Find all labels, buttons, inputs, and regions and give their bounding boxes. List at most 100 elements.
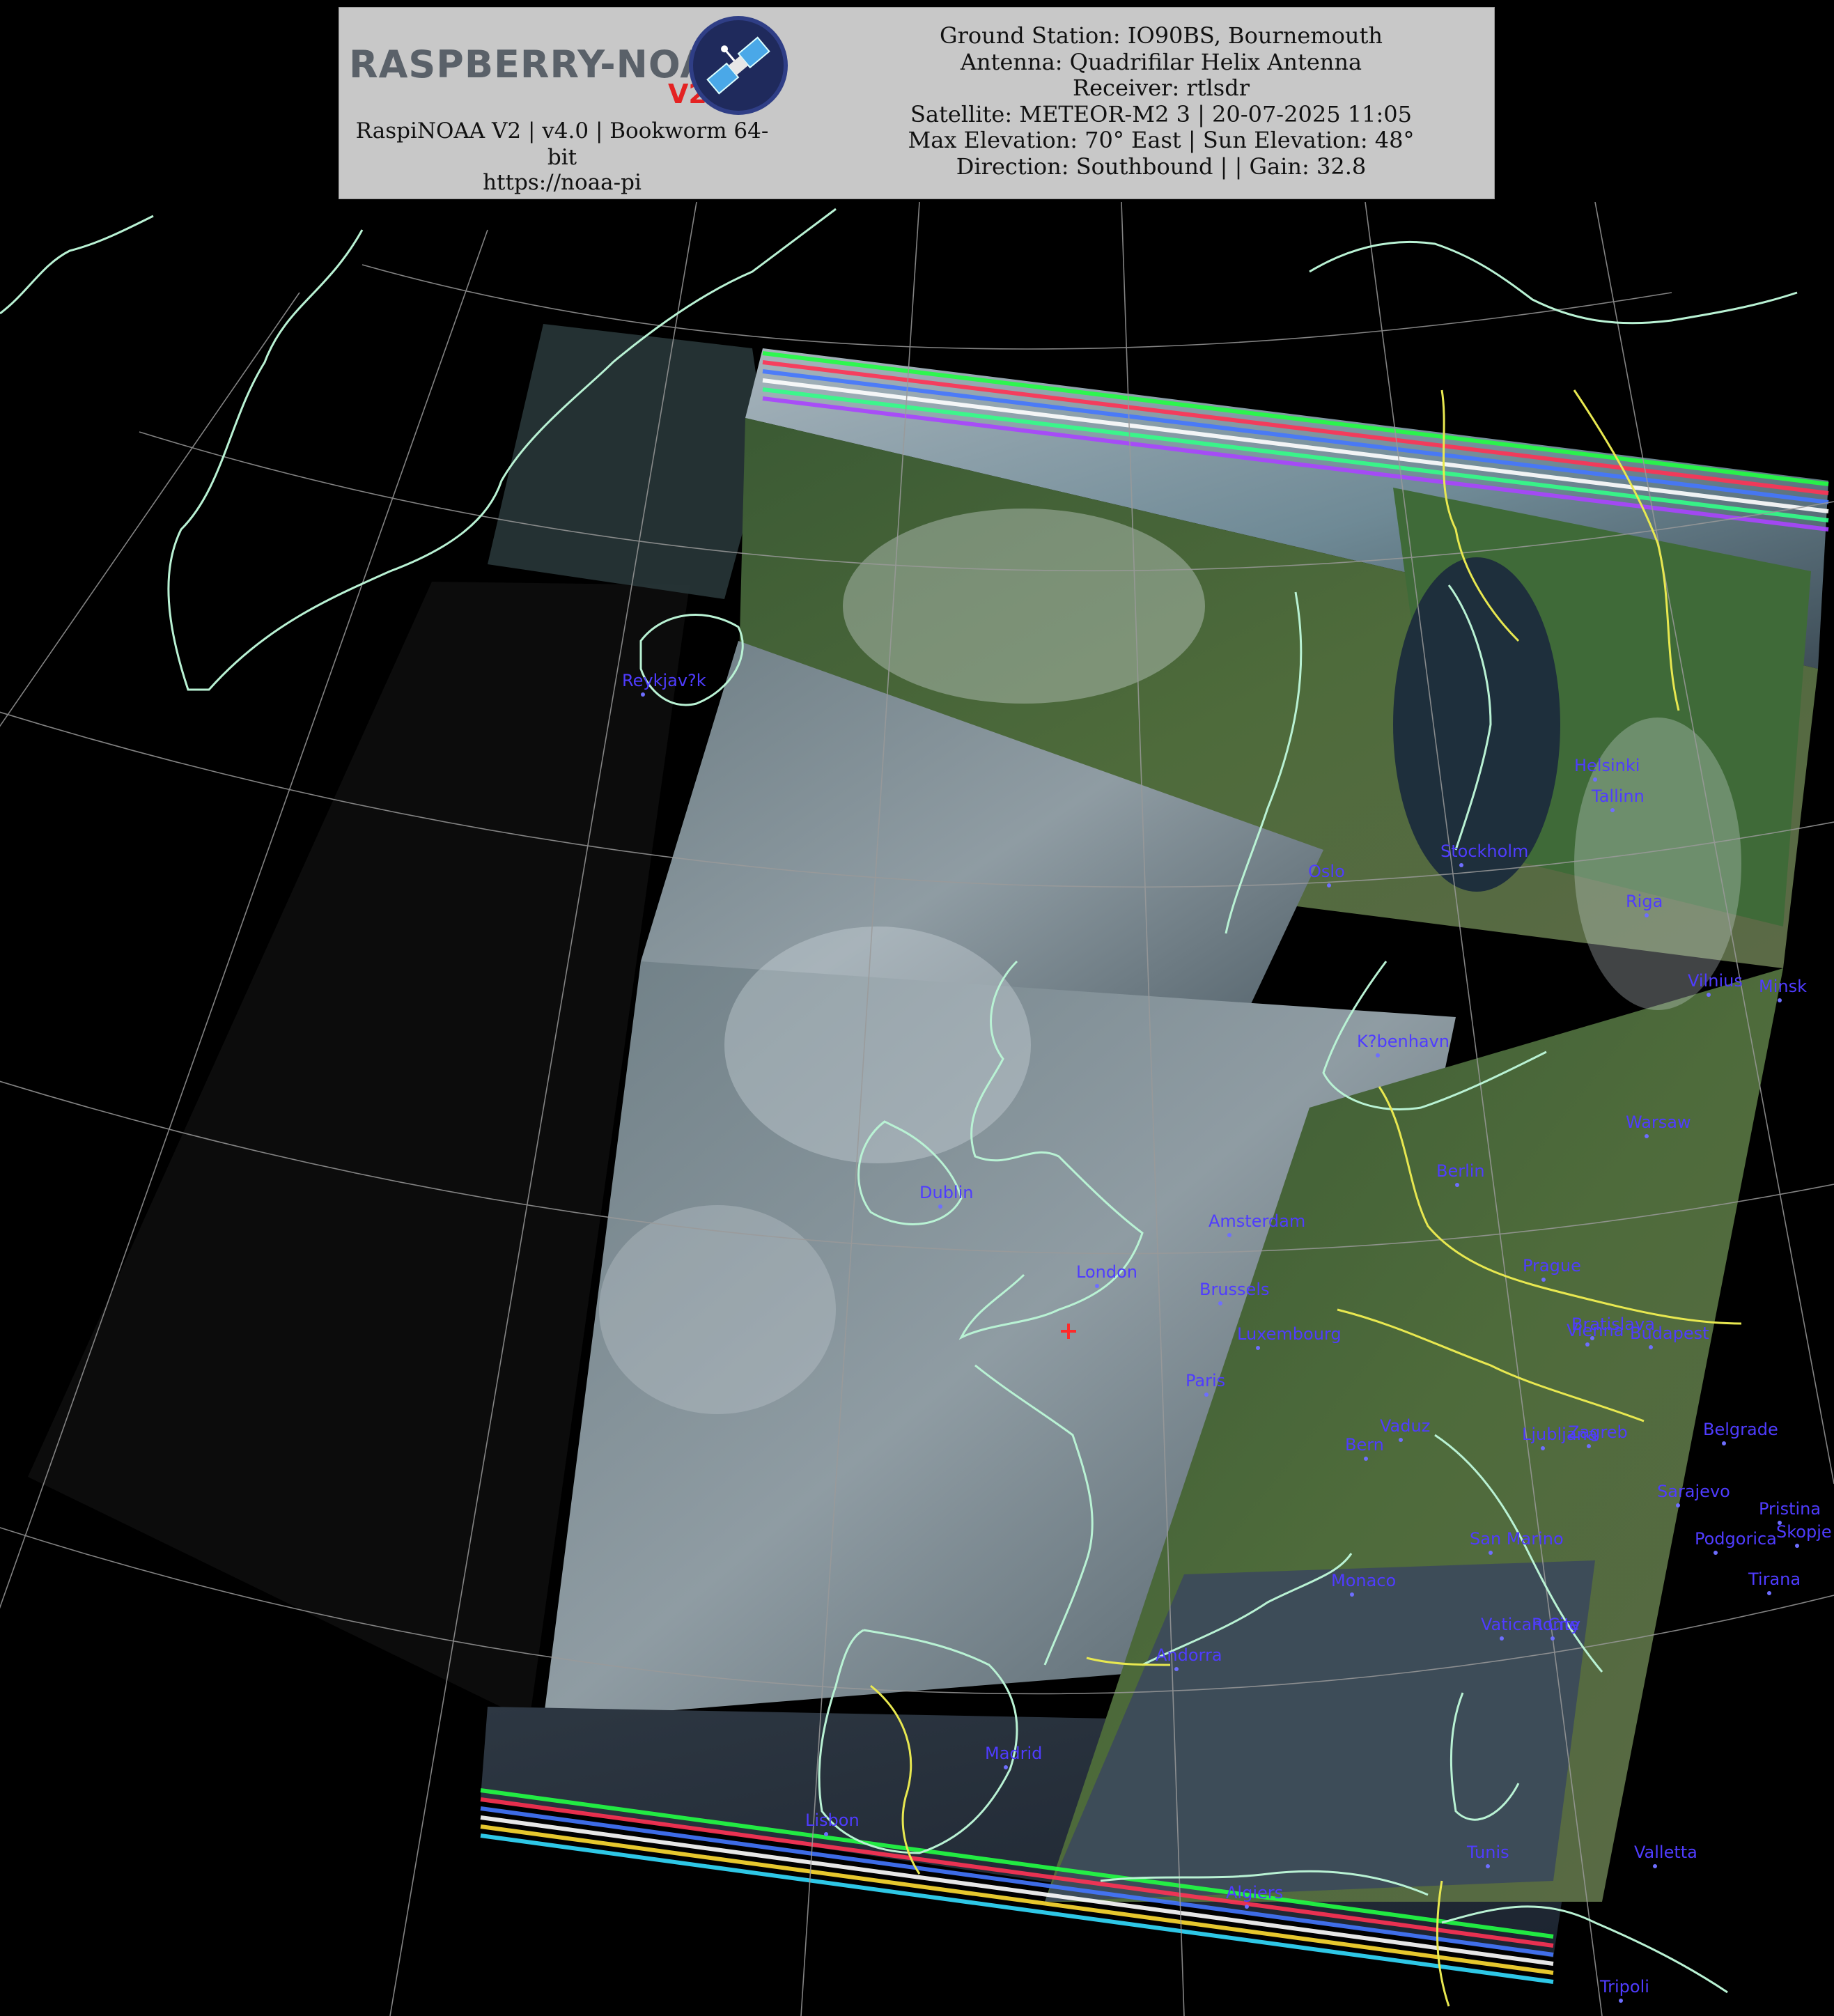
city-label: Paris [1186, 1371, 1225, 1390]
city-label: K?benhavn [1357, 1032, 1450, 1051]
city-label: Minsk [1759, 977, 1807, 996]
city-dot [1713, 1551, 1718, 1555]
city-dot [1327, 883, 1331, 887]
city-label: Madrid [985, 1744, 1042, 1763]
city-label: Tripoli [1599, 1977, 1649, 1996]
project-url: https://noaa-pi [483, 170, 642, 195]
city-dot [1587, 1444, 1591, 1448]
city-label: Dublin [919, 1183, 973, 1202]
raspberry-noaa-logo: RASPBERRY-NOAA V2 [345, 13, 818, 118]
city-label: Podgorica [1695, 1529, 1777, 1549]
city-dot [1649, 1345, 1653, 1349]
city-label: Pristina [1759, 1499, 1821, 1519]
city-tirana: Tirana [1748, 1569, 1801, 1595]
city-label: Reykjav?k [622, 671, 706, 690]
city-label: Vaduz [1380, 1416, 1430, 1436]
direction-gain-line: Direction: Southbound | | Gain: 32.8 [956, 153, 1367, 180]
city-dot [1585, 1342, 1590, 1347]
elevation-line: Max Elevation: 70° East | Sun Elevation:… [908, 127, 1415, 153]
city-label: Algiers [1226, 1883, 1283, 1902]
city-label: London [1076, 1262, 1137, 1282]
city-label: Berlin [1436, 1161, 1485, 1181]
city-valletta: Valletta [1634, 1843, 1697, 1868]
city-dot [1593, 777, 1597, 782]
city-dot [1645, 1134, 1649, 1138]
info-header: RASPBERRY-NOAA V2 RaspiNOAA V2 | v4.0 | … [339, 7, 1495, 199]
city-label: Skopje [1776, 1522, 1832, 1542]
city-label: Tunis [1466, 1843, 1509, 1862]
city-dot [1004, 1765, 1008, 1769]
city-label: Andorra [1156, 1645, 1222, 1665]
city-label: Vienna [1567, 1321, 1624, 1340]
city-label: Budapest [1630, 1324, 1709, 1343]
city-dot [1707, 993, 1711, 997]
city-belgrade: Belgrade [1703, 1420, 1778, 1445]
city-label: Brussels [1199, 1280, 1270, 1299]
city-label: Amsterdam [1209, 1211, 1305, 1231]
city-dot [1541, 1446, 1545, 1450]
antenna-line: Antenna: Quadrifilar Helix Antenna [960, 48, 1362, 75]
city-label: Valletta [1634, 1843, 1697, 1862]
city-dot [1653, 1864, 1657, 1868]
city-label: Luxembourg [1237, 1324, 1342, 1344]
city-dot [1376, 1053, 1380, 1057]
city-label: Sarajevo [1657, 1482, 1730, 1501]
city-dot [1645, 913, 1649, 917]
city-dot [1399, 1438, 1403, 1442]
city-dot [1551, 1636, 1555, 1641]
city-label: Vilnius [1688, 971, 1743, 991]
city-dot [1455, 1183, 1459, 1187]
city-label: Tirana [1748, 1569, 1801, 1589]
city-label: Tallinn [1591, 786, 1645, 806]
city-dot [1364, 1457, 1368, 1461]
city-dot [938, 1204, 942, 1209]
city-label: Prague [1523, 1256, 1581, 1275]
city-dot [1095, 1284, 1099, 1288]
version-line-2: bit [547, 145, 577, 170]
city-dot [1795, 1544, 1799, 1548]
city-dot [1218, 1301, 1222, 1305]
city-dot [1722, 1441, 1726, 1445]
city-podgorica: Podgorica [1695, 1529, 1777, 1555]
city-tripoli: Tripoli [1599, 1977, 1649, 2003]
city-label: Rome [1532, 1615, 1579, 1634]
city-label: Bern [1345, 1435, 1384, 1455]
version-line-1: RaspiNOAA V2 | v4.0 | Bookworm 64- [355, 118, 769, 144]
city-label: Oslo [1308, 862, 1345, 881]
city-label: Riga [1626, 892, 1663, 911]
city-dot [1619, 1999, 1623, 2003]
city-dot [824, 1832, 828, 1836]
city-dot [1486, 1864, 1490, 1868]
ground-station-line: Ground Station: IO90BS, Bournemouth [940, 22, 1383, 49]
satellite-icon [689, 16, 788, 115]
city-dot [1245, 1905, 1249, 1909]
city-dot [1256, 1346, 1260, 1350]
city-label: San Marino [1470, 1529, 1564, 1549]
city-pristina: Pristina [1759, 1499, 1821, 1525]
city-dot [1204, 1393, 1209, 1397]
city-dot [1227, 1233, 1231, 1237]
pass-info-block: Ground Station: IO90BS, Bournemouth Ante… [841, 22, 1482, 180]
city-dot [1778, 998, 1782, 1002]
city-dot [1767, 1591, 1771, 1595]
city-label: Belgrade [1703, 1420, 1778, 1439]
city-dot [1541, 1278, 1546, 1282]
version-text: RaspiNOAA V2 | v4.0 | Bookworm 64- bit [339, 118, 785, 171]
city-label: Helsinki [1574, 756, 1640, 775]
city-label: Lisbon [805, 1810, 860, 1830]
city-dot [1174, 1667, 1179, 1671]
city-dot [1459, 863, 1463, 867]
city-label: Zagreb [1568, 1422, 1628, 1442]
city-label: Stockholm [1440, 842, 1528, 861]
city-dot [1500, 1636, 1504, 1641]
satellite-map: Reykjav?k Helsinki Tallinn Stockholm Oslo Rig… [0, 202, 1834, 2016]
city-dot [1350, 1592, 1354, 1597]
city-dot [641, 692, 645, 697]
city-dot [1676, 1503, 1680, 1507]
city-dot [1610, 808, 1615, 812]
city-label: Warsaw [1626, 1112, 1691, 1132]
city-skopje: Skopje [1776, 1522, 1832, 1548]
city-label: Monaco [1331, 1571, 1396, 1590]
receiver-line: Receiver: rtlsdr [1073, 75, 1250, 101]
city-dot [1489, 1551, 1493, 1555]
